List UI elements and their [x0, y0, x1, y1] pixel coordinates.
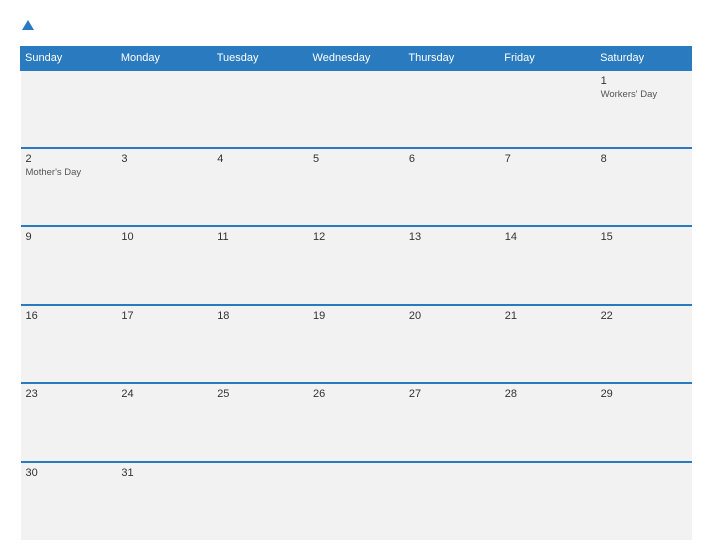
calendar-cell: 6	[404, 148, 500, 226]
day-number: 1	[601, 75, 687, 87]
calendar-cell	[308, 70, 404, 148]
calendar-cell: 29	[596, 383, 692, 461]
calendar-cell: 15	[596, 226, 692, 304]
calendar-cell	[404, 70, 500, 148]
day-number: 10	[121, 231, 207, 243]
day-number: 26	[313, 388, 399, 400]
calendar-cell: 26	[308, 383, 404, 461]
logo-top	[20, 18, 34, 36]
day-number: 28	[505, 388, 591, 400]
weekday-header-wednesday: Wednesday	[308, 46, 404, 70]
day-number: 8	[601, 153, 687, 165]
calendar-week-row: 16 17 18 19 20 21 22	[21, 305, 692, 383]
calendar-cell: 9	[21, 226, 117, 304]
calendar-page: SundayMondayTuesdayWednesdayThursdayFrid…	[0, 0, 712, 550]
calendar-cell: 23	[21, 383, 117, 461]
calendar-cell: 3	[116, 148, 212, 226]
calendar-week-row: 30 31	[21, 462, 692, 540]
weekday-header-friday: Friday	[500, 46, 596, 70]
day-number: 19	[313, 310, 399, 322]
logo-triangle-icon	[22, 20, 34, 30]
day-number: 30	[26, 467, 112, 479]
calendar-cell	[500, 462, 596, 540]
calendar-cell	[21, 70, 117, 148]
day-number: 5	[313, 153, 399, 165]
day-number: 20	[409, 310, 495, 322]
weekday-header-tuesday: Tuesday	[212, 46, 308, 70]
day-number: 27	[409, 388, 495, 400]
calendar-week-row: 23 24 25 26 27 28 29	[21, 383, 692, 461]
calendar-cell: 16	[21, 305, 117, 383]
calendar-cell: 1 Workers' Day	[596, 70, 692, 148]
holiday-name: Workers' Day	[601, 89, 687, 100]
day-number: 29	[601, 388, 687, 400]
weekday-header-monday: Monday	[116, 46, 212, 70]
day-number: 4	[217, 153, 303, 165]
day-number: 15	[601, 231, 687, 243]
day-number: 23	[26, 388, 112, 400]
day-number: 17	[121, 310, 207, 322]
day-number: 3	[121, 153, 207, 165]
calendar-cell: 18	[212, 305, 308, 383]
calendar-cell	[404, 462, 500, 540]
calendar-cell	[212, 462, 308, 540]
day-number: 11	[217, 231, 303, 243]
day-number: 16	[26, 310, 112, 322]
day-number: 2	[26, 153, 112, 165]
calendar-cell	[596, 462, 692, 540]
calendar-week-row: 9 10 11 12 13 14 15	[21, 226, 692, 304]
calendar-cell: 20	[404, 305, 500, 383]
holiday-name: Mother's Day	[26, 167, 112, 178]
calendar-cell: 11	[212, 226, 308, 304]
calendar-week-row: 2 Mother's Day 345678	[21, 148, 692, 226]
calendar-table: SundayMondayTuesdayWednesdayThursdayFrid…	[20, 46, 692, 540]
calendar-cell: 19	[308, 305, 404, 383]
day-number: 13	[409, 231, 495, 243]
calendar-week-row: 1 Workers' Day	[21, 70, 692, 148]
calendar-cell: 12	[308, 226, 404, 304]
calendar-cell: 27	[404, 383, 500, 461]
calendar-cell: 22	[596, 305, 692, 383]
calendar-cell	[500, 70, 596, 148]
day-number: 12	[313, 231, 399, 243]
calendar-cell: 14	[500, 226, 596, 304]
day-number: 25	[217, 388, 303, 400]
calendar-cell: 7	[500, 148, 596, 226]
calendar-cell	[212, 70, 308, 148]
calendar-cell: 2 Mother's Day	[21, 148, 117, 226]
calendar-cell: 21	[500, 305, 596, 383]
weekday-header-row: SundayMondayTuesdayWednesdayThursdayFrid…	[21, 46, 692, 70]
calendar-cell: 28	[500, 383, 596, 461]
day-number: 9	[26, 231, 112, 243]
calendar-cell: 25	[212, 383, 308, 461]
day-number: 21	[505, 310, 591, 322]
calendar-cell: 31	[116, 462, 212, 540]
day-number: 22	[601, 310, 687, 322]
calendar-cell	[308, 462, 404, 540]
weekday-header-thursday: Thursday	[404, 46, 500, 70]
day-number: 6	[409, 153, 495, 165]
day-number: 24	[121, 388, 207, 400]
calendar-cell: 17	[116, 305, 212, 383]
calendar-header	[20, 18, 692, 36]
logo	[20, 18, 34, 36]
weekday-header-saturday: Saturday	[596, 46, 692, 70]
calendar-cell	[116, 70, 212, 148]
day-number: 31	[121, 467, 207, 479]
calendar-cell: 5	[308, 148, 404, 226]
day-number: 7	[505, 153, 591, 165]
calendar-cell: 24	[116, 383, 212, 461]
calendar-cell: 8	[596, 148, 692, 226]
day-number: 14	[505, 231, 591, 243]
calendar-cell: 30	[21, 462, 117, 540]
calendar-cell: 4	[212, 148, 308, 226]
day-number: 18	[217, 310, 303, 322]
weekday-header-sunday: Sunday	[21, 46, 117, 70]
calendar-cell: 13	[404, 226, 500, 304]
calendar-cell: 10	[116, 226, 212, 304]
